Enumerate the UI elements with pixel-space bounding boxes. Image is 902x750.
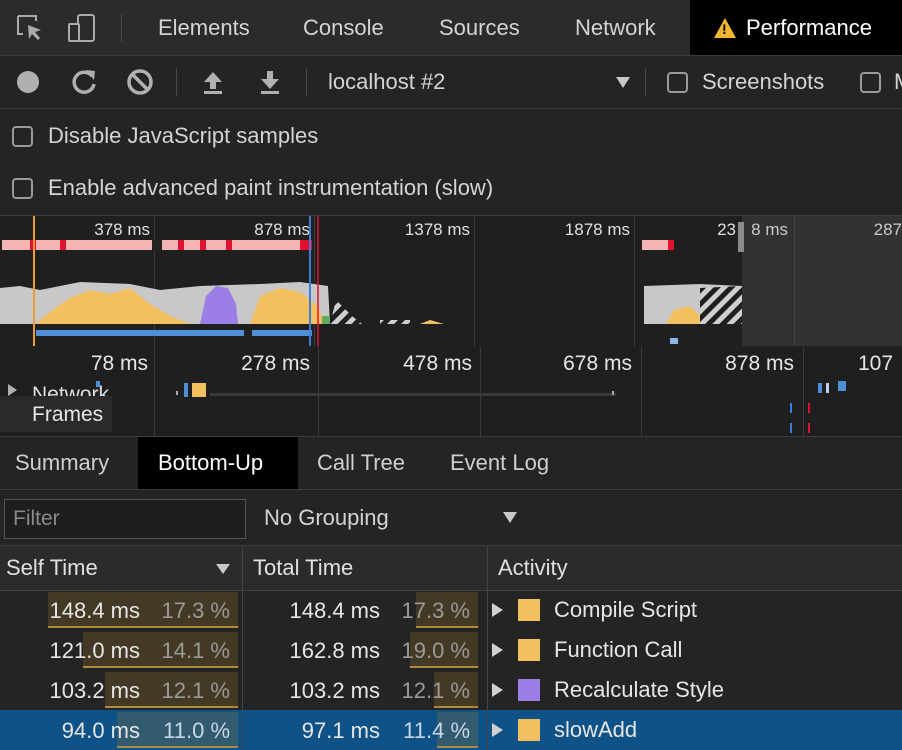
total-time-percent: 17.3 %: [401, 598, 471, 623]
table-row[interactable]: 148.4 ms 17.3 % 148.4 ms 17.3 % Compile Scri…: [0, 590, 902, 630]
total-time-value: 162.8 ms: [289, 638, 381, 663]
table-row[interactable]: 103.2 ms 12.1 % 103.2 ms 12.1 % Recalculate …: [0, 670, 902, 710]
track-marks: [96, 381, 846, 433]
activity-name: Recalculate Style: [554, 677, 724, 702]
warning-icon: [714, 18, 736, 38]
memory-label: M: [894, 69, 902, 95]
screenshots-label: Screenshots: [702, 69, 825, 94]
expand-arrow-icon[interactable]: [492, 683, 503, 697]
category-color-swatch: [518, 599, 540, 621]
enable-paint-label: Enable advanced paint instrumentation (s…: [48, 175, 494, 200]
bottom-up-table-body: 148.4 ms 17.3 % 148.4 ms 17.3 % Compile Scri…: [0, 590, 902, 750]
category-color-swatch: [518, 719, 540, 741]
expand-arrow-icon[interactable]: [492, 723, 503, 737]
frames-track-header[interactable]: Frames: [0, 396, 112, 432]
activity-name: Compile Script: [554, 597, 698, 622]
ruler-tick: 878 ms: [725, 352, 794, 375]
tab-network[interactable]: Network: [563, 0, 668, 55]
column-self-time[interactable]: Self Time: [0, 546, 242, 590]
bottom-up-table-header: Self Time Total Time Activity: [0, 546, 902, 591]
target-select[interactable]: localhost #2: [328, 56, 445, 108]
tab-bar-separator: [121, 14, 122, 42]
devtools-tab-bar: Elements Console Sources Network Perform…: [0, 0, 902, 56]
chevron-down-icon[interactable]: [503, 512, 517, 523]
filter-toolbar: No Grouping: [0, 490, 902, 546]
tab-performance[interactable]: Performance: [690, 0, 902, 55]
clear-icon[interactable]: [124, 66, 156, 98]
tab-summary[interactable]: Summary: [0, 437, 129, 489]
activity-name: slowAdd: [554, 717, 638, 742]
self-time-value: 94.0 ms: [61, 718, 140, 743]
self-time-percent: 12.1 %: [161, 678, 231, 703]
inspect-icon[interactable]: [14, 12, 46, 44]
total-time-value: 103.2 ms: [289, 678, 381, 703]
self-time-value: 103.2 ms: [49, 678, 141, 703]
column-self-time-label: Self Time: [6, 555, 98, 580]
device-toggle-icon[interactable]: [66, 12, 98, 44]
details-tab-bar: Summary Bottom-Up Call Tree Event Log: [0, 437, 902, 490]
filter-input[interactable]: [4, 499, 246, 539]
self-time-percent: 17.3 %: [161, 598, 231, 623]
total-time-value: 97.1 ms: [301, 718, 380, 743]
column-separator: [242, 590, 243, 750]
reload-icon[interactable]: [68, 66, 100, 98]
tab-console[interactable]: Console: [291, 0, 396, 55]
flame-chart-ruler[interactable]: 78 ms 278 ms 478 ms 678 ms 878 ms 107 Ne…: [0, 347, 902, 437]
activity-name: Function Call: [554, 637, 683, 662]
download-icon[interactable]: [254, 66, 286, 98]
tab-bottom-up[interactable]: Bottom-Up: [138, 437, 298, 489]
enable-paint-checkbox[interactable]: [12, 178, 33, 199]
self-time-value: 121.0 ms: [49, 638, 141, 663]
frames-track-label: Frames: [32, 403, 104, 426]
ruler-tick: 678 ms: [563, 352, 632, 375]
tab-call-tree[interactable]: Call Tree: [317, 437, 425, 489]
table-row[interactable]: 121.0 ms 14.1 % 162.8 ms 19.0 % Function Cal…: [0, 630, 902, 670]
table-row[interactable]: 94.0 ms 11.0 % 97.1 ms 11.4 % slowAdd: [0, 710, 902, 750]
timeline-overview[interactable]: 378 ms 878 ms 1378 ms 1878 ms 23 8 ms 28…: [0, 216, 902, 346]
category-color-swatch: [518, 679, 540, 701]
total-time-percent: 11.4 %: [403, 718, 470, 743]
screenshots-checkbox[interactable]: [667, 72, 688, 93]
tab-event-log[interactable]: Event Log: [450, 437, 569, 489]
upload-icon[interactable]: [197, 66, 229, 98]
category-color-swatch: [518, 639, 540, 661]
column-activity[interactable]: Activity: [487, 546, 902, 590]
performance-toolbar: localhost #2 Screenshots M: [0, 56, 902, 109]
self-time-percent: 11.0 %: [163, 718, 230, 743]
grouping-select[interactable]: No Grouping: [264, 490, 389, 545]
expand-arrow-icon[interactable]: [492, 643, 503, 657]
chevron-down-icon[interactable]: [616, 77, 630, 88]
self-time-percent: 14.1 %: [161, 638, 231, 663]
disable-js-samples-label: Disable JavaScript samples: [48, 123, 319, 148]
memory-checkbox[interactable]: [860, 72, 881, 93]
tab-elements[interactable]: Elements: [146, 0, 262, 55]
self-time-value: 148.4 ms: [49, 598, 141, 623]
disable-js-samples-checkbox[interactable]: [12, 126, 33, 147]
column-separator: [487, 590, 488, 750]
ruler-tick: 107: [858, 352, 894, 375]
capture-settings: Disable JavaScript samples Enable advanc…: [0, 109, 902, 216]
ruler-tick: 278 ms: [241, 352, 310, 375]
total-time-value: 148.4 ms: [289, 598, 381, 623]
tab-sources[interactable]: Sources: [427, 0, 532, 55]
ruler-tick: 78 ms: [90, 352, 148, 375]
toolbar-separator: [306, 68, 307, 96]
overview-chart: [0, 216, 902, 346]
ruler-tick: 478 ms: [403, 352, 472, 375]
tab-performance-label: Performance: [746, 15, 872, 40]
total-time-percent: 12.1 %: [401, 678, 471, 703]
total-time-percent: 19.0 %: [401, 638, 471, 663]
record-icon[interactable]: [12, 66, 44, 98]
column-total-time[interactable]: Total Time: [242, 546, 487, 590]
toolbar-separator: [645, 68, 646, 96]
toolbar-separator: [176, 68, 177, 96]
expand-arrow-icon[interactable]: [492, 603, 503, 617]
sort-descending-icon: [216, 564, 230, 574]
